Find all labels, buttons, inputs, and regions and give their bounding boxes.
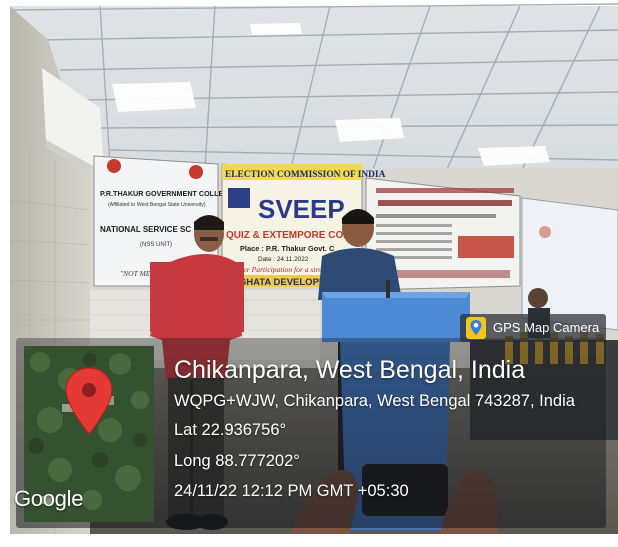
location-address: WQPG+WJW, Chikanpara, West Bengal 743287… bbox=[174, 392, 575, 410]
photo-scene: P.R.THAKUR GOVERNMENT COLLEGE (Affiliate… bbox=[0, 0, 618, 542]
gps-map-camera-badge: GPS Map Camera bbox=[460, 314, 606, 342]
banner-left-line4: (NSS UNIT) bbox=[140, 242, 172, 248]
banner-center-line4: Place : P.R. Thakur Govt. C bbox=[240, 244, 335, 253]
banner-center-line1: ELECTION COMMISSION OF INDIA bbox=[225, 170, 386, 180]
location-title: Chikanpara, West Bengal, India bbox=[174, 356, 526, 384]
latitude-text: Lat 22.936756° bbox=[174, 421, 287, 439]
longitude-text: Long 88.777202° bbox=[174, 452, 300, 470]
datetime-text: 24/11/22 12:12 PM GMT +05:30 bbox=[174, 482, 409, 500]
gps-map-camera-label: GPS Map Camera bbox=[493, 320, 600, 335]
banner-center-line7: NGHATA DEVELOPM bbox=[232, 277, 327, 288]
banner-center-line2: SVEEP bbox=[258, 194, 345, 224]
banner-left-line2: (Affiliated to West Bengal State Univers… bbox=[108, 202, 206, 208]
photo-svg: P.R.THAKUR GOVERNMENT COLLEGE (Affiliate… bbox=[0, 0, 618, 542]
banner-left-line1: P.R.THAKUR GOVERNMENT COLLEGE bbox=[100, 189, 234, 198]
banner-left-line3: NATIONAL SERVICE SC bbox=[100, 225, 191, 234]
google-logo: Google bbox=[14, 486, 84, 511]
map-pin-app-icon bbox=[466, 317, 486, 339]
banner-center-line5: Date : 24.11.2022 bbox=[258, 256, 309, 263]
